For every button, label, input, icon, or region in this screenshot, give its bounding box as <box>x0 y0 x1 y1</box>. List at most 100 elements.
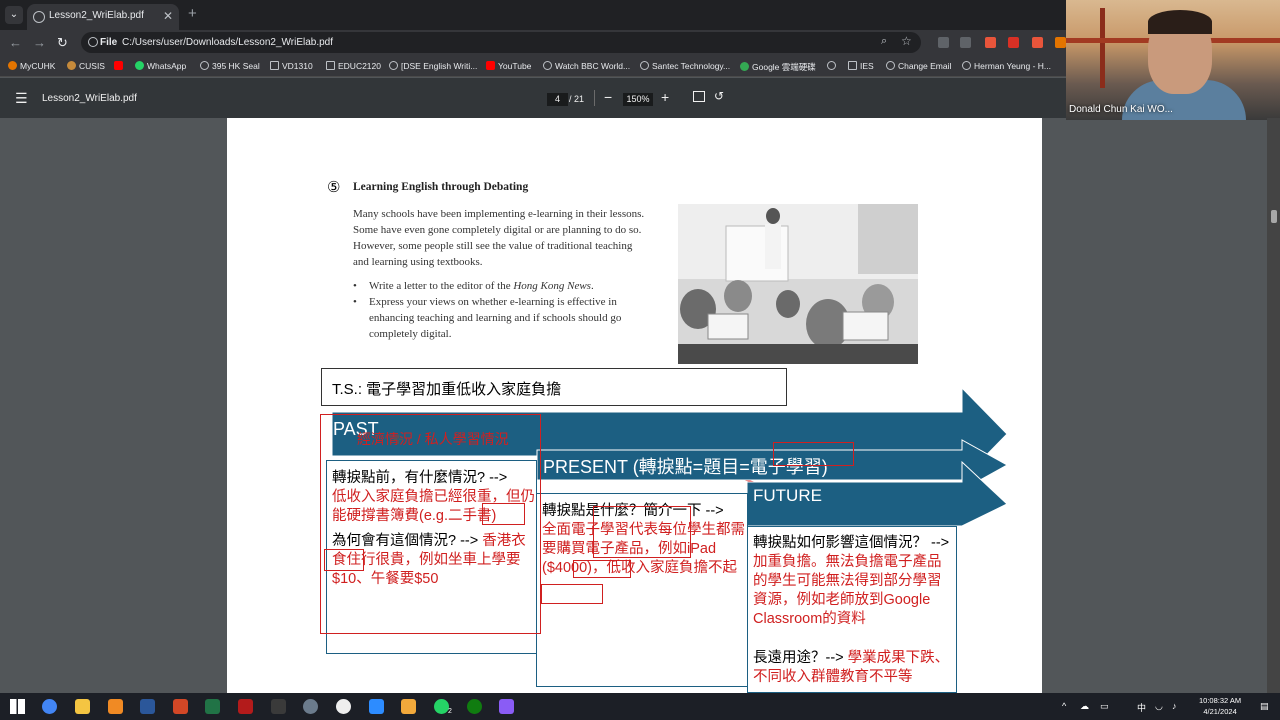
bookmark-icon <box>67 61 76 70</box>
tray-chevron-icon[interactable]: ^ <box>1062 701 1066 711</box>
app-icon[interactable] <box>238 699 253 714</box>
folder-icon <box>848 61 857 70</box>
back-icon[interactable]: ← <box>9 35 22 50</box>
globe-icon <box>33 11 45 23</box>
bookmark-icon <box>8 61 17 70</box>
future-column: 轉捩點如何影響這個情況？ --> 加重負擔。無法負擔電子產品的學生可能無法得到部… <box>747 526 957 693</box>
ime-indicator[interactable]: 中 <box>1137 701 1146 714</box>
extension-icon[interactable] <box>938 37 949 48</box>
bookmark-item[interactable]: CUSIS <box>67 61 105 71</box>
bookmark-item[interactable]: MyCUHK <box>8 61 55 71</box>
toolbar-divider <box>594 90 595 106</box>
globe-icon <box>640 61 649 70</box>
info-icon[interactable] <box>88 37 98 47</box>
bookmark-item[interactable]: Herman Yeung - H... <box>962 61 1051 71</box>
rotate-icon[interactable]: ↺ <box>714 89 724 103</box>
bookmark-item[interactable]: Change Email <box>886 61 951 71</box>
extension-icon[interactable] <box>960 37 971 48</box>
purchase-highlight-box <box>593 506 691 558</box>
bookmark-item[interactable]: 395 HK Seal <box>200 61 260 71</box>
bookmark-star-icon[interactable]: ☆ <box>901 34 912 48</box>
whatsapp-icon <box>135 61 144 70</box>
app-icon[interactable] <box>271 699 286 714</box>
bookmark-item[interactable]: [DSE English Writi... <box>389 61 477 71</box>
bookmark-item[interactable] <box>114 61 126 71</box>
notification-icon[interactable]: ▤ <box>1260 701 1269 712</box>
tray-icon[interactable]: ☁ <box>1080 701 1089 712</box>
bookmark-item[interactable]: Santec Technology... <box>640 61 730 71</box>
extension-icon[interactable] <box>1055 37 1066 48</box>
cursor-crosshair-icon: ✛ <box>393 432 404 447</box>
forward-icon[interactable]: → <box>33 35 46 50</box>
app-icon[interactable] <box>499 699 514 714</box>
pdf-filename: Lesson2_WriElab.pdf <box>42 93 137 104</box>
wifi-icon[interactable]: ◡ <box>1155 701 1163 712</box>
afford-highlight-box <box>541 584 603 604</box>
bridge-tower <box>1100 8 1105 88</box>
youtube-icon <box>114 61 123 70</box>
second-hand-highlight-box <box>482 503 525 525</box>
zoom-in-button[interactable]: + <box>661 89 669 105</box>
folder-icon <box>270 61 279 70</box>
vertical-scrollbar[interactable] <box>1267 118 1280 693</box>
folder-icon <box>326 61 335 70</box>
word-icon[interactable] <box>140 699 155 714</box>
bookmark-item[interactable]: Google 雲端硬碟 <box>740 61 816 73</box>
chrome-icon[interactable] <box>42 699 57 714</box>
volume-icon[interactable]: ♪ <box>1172 701 1177 711</box>
whatsapp-icon[interactable] <box>434 699 449 714</box>
zoom-level-input[interactable]: 150% <box>623 93 653 106</box>
clock[interactable]: 10:08:32 AM 4/21/2024 <box>1199 695 1241 717</box>
bookmark-item[interactable]: IES <box>848 61 874 71</box>
zoom-icon[interactable]: ⌕ <box>881 35 887 48</box>
tray-icon[interactable]: ▭ <box>1100 701 1109 712</box>
person-hair <box>1148 10 1212 34</box>
new-tab-icon[interactable]: + <box>188 5 197 22</box>
scrollbar-thumb[interactable] <box>1271 210 1277 223</box>
page-number-input[interactable]: 4 <box>547 93 568 106</box>
whatsapp-badge: 2 <box>448 708 452 715</box>
tab-active[interactable]: Lesson2_WriElab.pdf ✕ <box>27 4 179 30</box>
app-icon[interactable] <box>303 699 318 714</box>
extension-icon[interactable] <box>985 37 996 48</box>
globe-icon <box>543 61 552 70</box>
webcam-video: Donald Chun Kai WO... <box>1066 0 1280 120</box>
google-drive-icon <box>740 62 749 71</box>
elearning-highlight-box <box>773 442 854 466</box>
bookmark-item[interactable]: Watch BBC World... <box>543 61 630 71</box>
xbox-icon[interactable] <box>467 699 482 714</box>
excel-icon[interactable] <box>205 699 220 714</box>
zoom-app-icon[interactable] <box>369 699 384 714</box>
vlc-icon[interactable] <box>108 699 123 714</box>
windows-start-icon[interactable] <box>10 699 25 714</box>
globe-icon <box>962 61 971 70</box>
omnibox-scheme-label: File <box>100 37 118 48</box>
app-icon[interactable] <box>336 699 351 714</box>
bookmark-item[interactable]: YouTube <box>486 61 531 71</box>
omnibox[interactable]: File C:/Users/user/Downloads/Lesson2_Wri… <box>81 32 921 53</box>
menu-icon[interactable]: ☰ <box>15 90 28 107</box>
extension-icon[interactable] <box>1032 37 1043 48</box>
tab-close-icon[interactable]: ✕ <box>163 9 173 23</box>
bookmark-item[interactable]: WhatsApp <box>135 61 186 71</box>
file-explorer-icon[interactable] <box>75 699 90 714</box>
tab-title: Lesson2_WriElab.pdf <box>49 10 144 21</box>
bookmark-item[interactable]: EDUC2120 <box>326 61 381 71</box>
app-icon[interactable] <box>401 699 416 714</box>
tab-search-chevron-icon[interactable]: ⌄ <box>5 6 23 24</box>
future-label: FUTURE <box>753 486 822 505</box>
globe-icon <box>200 61 209 70</box>
fit-page-icon[interactable] <box>693 91 705 102</box>
bookmark-item[interactable] <box>827 61 839 71</box>
globe-icon <box>389 61 398 70</box>
page-total: / 21 <box>569 94 585 104</box>
url-text[interactable]: C:/Users/user/Downloads/Lesson2_WriElab.… <box>122 37 333 48</box>
extension-icon[interactable] <box>1008 37 1019 48</box>
reload-icon[interactable]: ↻ <box>57 35 68 51</box>
zoom-out-button[interactable]: − <box>604 89 612 105</box>
bookmark-item[interactable]: VD1310 <box>270 61 313 71</box>
price-highlight-box <box>573 560 631 578</box>
future-content: 轉捩點如何影響這個情況？ --> 加重負擔。無法負擔電子產品的學生可能無法得到部… <box>753 535 950 685</box>
powerpoint-icon[interactable] <box>173 699 188 714</box>
why-highlight-box <box>324 549 364 571</box>
